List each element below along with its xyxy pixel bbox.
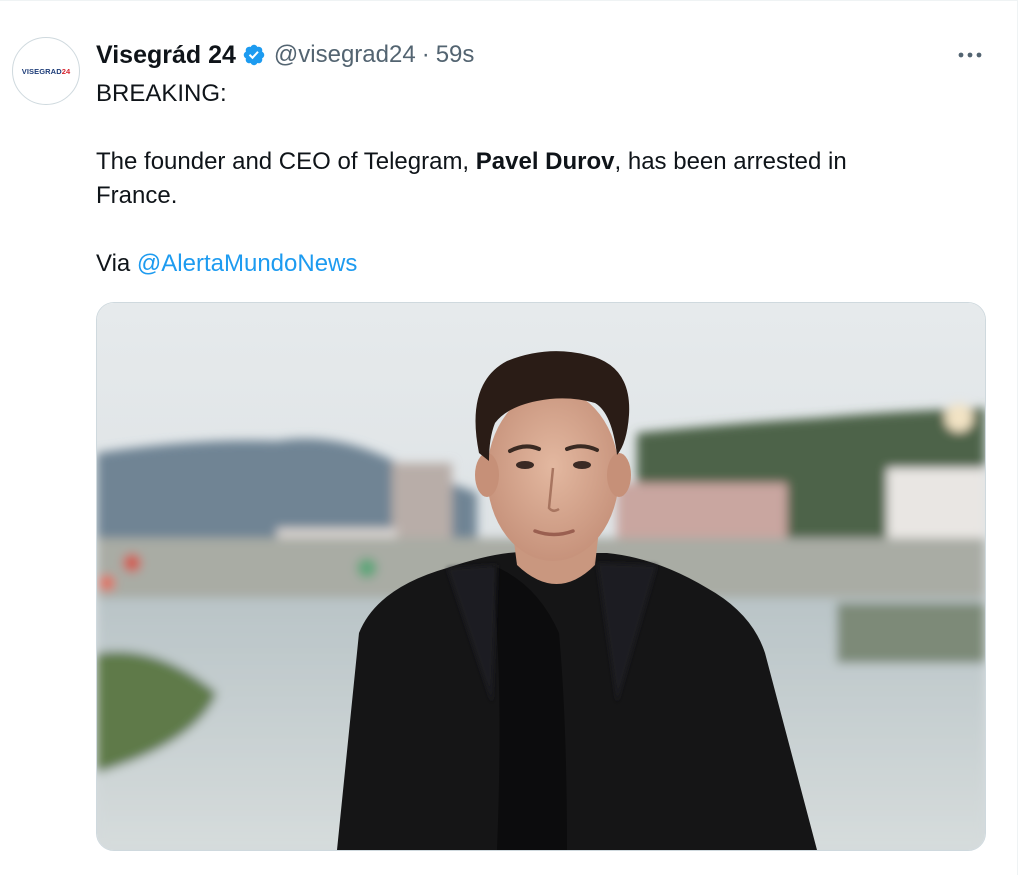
mention-link[interactable]: @AlertaMundoNews (137, 250, 357, 277)
photo-image (97, 303, 985, 850)
breaking-line: BREAKING: (96, 80, 227, 107)
tweet-photo[interactable] (96, 302, 986, 851)
more-options-button[interactable] (950, 37, 990, 73)
avatar-logo: VISEGRAD24 (21, 66, 71, 76)
tweet-header: Visegrád 24 @visegrad24 · 59s (96, 39, 474, 71)
avatar[interactable]: VISEGRAD24 (12, 37, 80, 105)
bold-name: Pavel Durov (475, 148, 615, 175)
more-horizontal-icon (958, 52, 982, 58)
display-name[interactable]: Visegrád 24 (96, 41, 236, 70)
verified-badge-icon (243, 44, 265, 66)
news-text-pre: The founder and CEO of Telegram, (96, 148, 476, 175)
via-label: Via (96, 250, 137, 277)
tweet-card[interactable]: VISEGRAD24 Visegrád 24 @visegrad24 · 59s… (0, 0, 1018, 875)
timestamp[interactable]: 59s (436, 41, 475, 69)
news-line: The founder and CEO of Telegram, Pavel D… (96, 145, 976, 179)
via-line: Via @AlertaMundoNews (96, 247, 976, 281)
handle[interactable]: @visegrad24 (274, 41, 416, 69)
separator-dot: · (421, 41, 430, 68)
tweet-text: BREAKING: The founder and CEO of Telegra… (96, 77, 976, 281)
news-line-2: France. (96, 182, 178, 209)
news-text-post: , has been arrested in (614, 148, 847, 175)
